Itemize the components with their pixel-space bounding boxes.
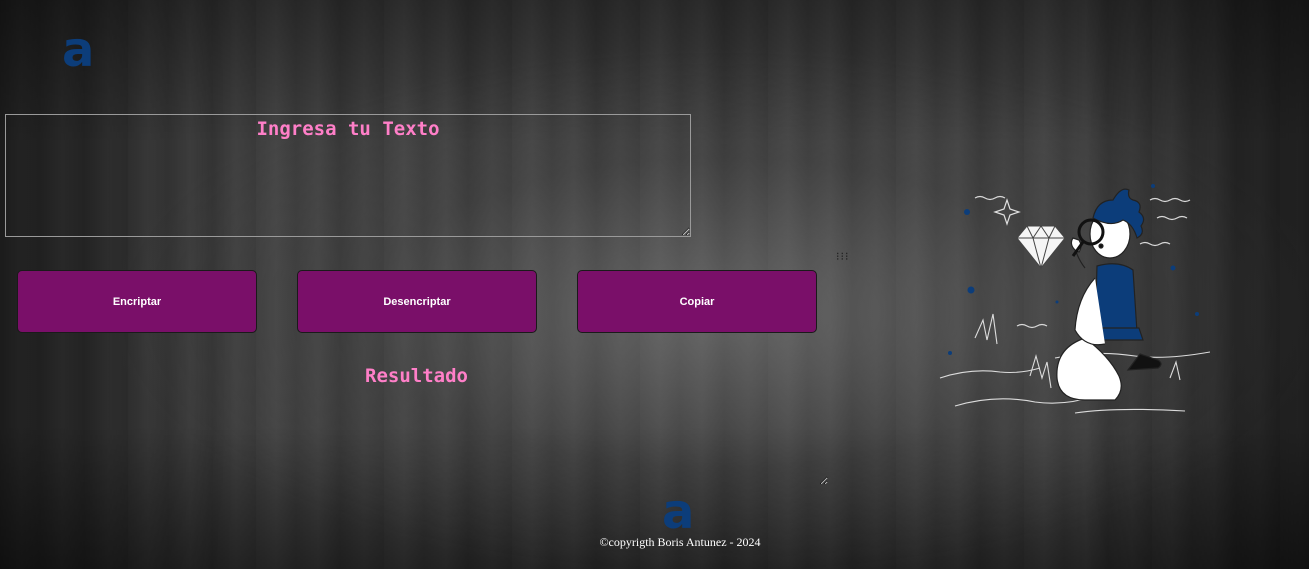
alura-logo-icon: a	[62, 22, 95, 78]
decorative-dots: ⁝⁝⁝	[836, 250, 850, 263]
copyright-text: ©copyrigth Boris Antunez - 2024	[599, 535, 761, 549]
text-input[interactable]	[5, 114, 691, 237]
sparkle-star	[993, 198, 1021, 226]
encrypt-button[interactable]: Encriptar	[17, 270, 257, 333]
person-with-magnifier-and-diamond-illustration	[939, 184, 1210, 414]
copy-button[interactable]: Copiar	[577, 270, 817, 333]
diamond	[1016, 225, 1066, 270]
decrypt-button[interactable]: Desencriptar	[297, 270, 537, 333]
result-output[interactable]	[340, 360, 828, 485]
alura-logo-icon: a	[662, 484, 695, 540]
person	[1056, 188, 1162, 401]
